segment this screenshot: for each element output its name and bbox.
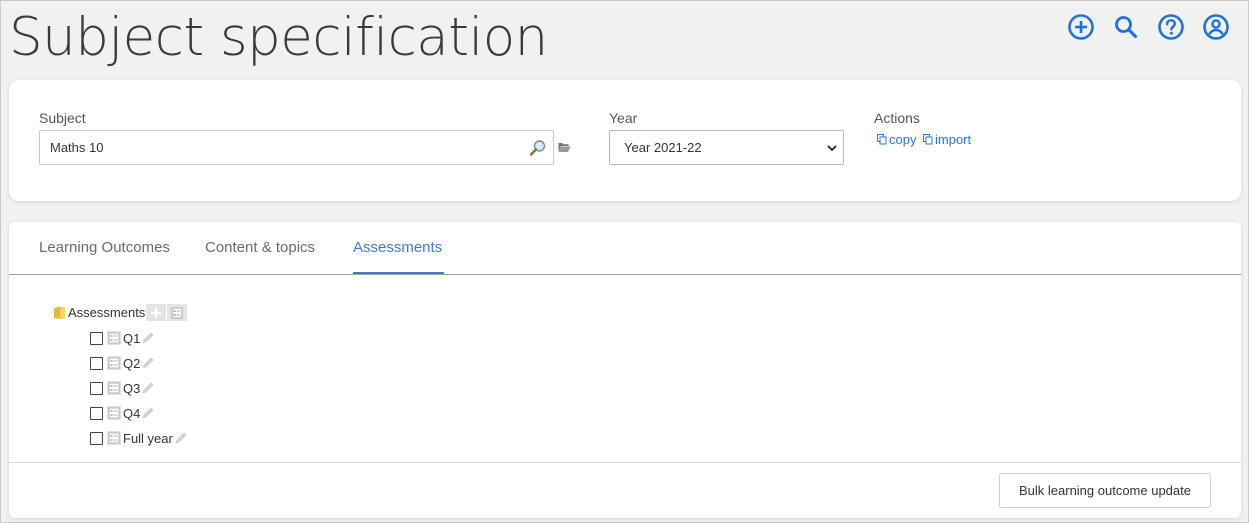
plus-icon <box>151 307 162 318</box>
tab-learning-outcomes[interactable]: Learning Outcomes <box>39 239 170 256</box>
tree-item-full-year: Full year <box>90 429 188 447</box>
chevron-down-icon <box>827 145 837 152</box>
actions-label: Actions <box>874 110 920 126</box>
tree-item-label[interactable]: Q2 <box>123 356 140 371</box>
list-icon <box>107 431 121 445</box>
tree-root-label: Assessments <box>68 305 146 320</box>
search-icon[interactable] <box>1110 13 1142 41</box>
page-title: Subject specification <box>9 7 548 68</box>
checkbox[interactable] <box>90 331 103 345</box>
list-icon <box>107 331 121 345</box>
list-icon <box>107 406 121 420</box>
tree-item-q1: Q1 <box>90 329 155 347</box>
pencil-icon[interactable] <box>141 356 155 370</box>
specification-panel: Learning Outcomes Content & topics Asses… <box>9 222 1241 518</box>
folder-icon <box>54 306 65 319</box>
add-assessment-button[interactable] <box>146 304 167 321</box>
pencil-icon[interactable] <box>141 381 155 395</box>
tree-item-label[interactable]: Q3 <box>123 381 140 396</box>
bulk-learning-outcome-update-button[interactable]: Bulk learning outcome update <box>999 473 1211 508</box>
list-view-button[interactable] <box>167 304 188 321</box>
tree-item-q4: Q4 <box>90 404 155 422</box>
year-value: Year 2021-22 <box>624 140 702 155</box>
filter-panel: Subject Maths 10 Year Year 2021-22 Actio… <box>9 80 1241 201</box>
year-select[interactable]: Year 2021-22 <box>609 130 844 165</box>
list-icon <box>107 356 121 370</box>
import-link[interactable]: import <box>923 132 971 147</box>
help-circle-icon[interactable] <box>1155 13 1187 41</box>
checkbox[interactable] <box>90 431 103 445</box>
subject-label: Subject <box>39 110 86 126</box>
tree-item-label[interactable]: Q1 <box>123 331 140 346</box>
copy-label: copy <box>889 132 917 147</box>
subject-value: Maths 10 <box>50 140 104 155</box>
account-circle-icon[interactable] <box>1200 13 1232 41</box>
subject-input[interactable]: Maths 10 <box>39 130 554 165</box>
import-icon <box>923 134 933 145</box>
pencil-icon[interactable] <box>174 431 188 445</box>
pencil-icon[interactable] <box>141 331 155 345</box>
tab-bar: Learning Outcomes Content & topics Asses… <box>9 222 1241 275</box>
active-tab-indicator <box>353 272 444 274</box>
magnifier-icon[interactable] <box>529 139 547 157</box>
folder-open-icon[interactable] <box>558 142 571 153</box>
year-label: Year <box>609 110 638 126</box>
list-icon <box>107 381 121 395</box>
checkbox[interactable] <box>90 406 103 420</box>
copy-link[interactable]: copy <box>877 132 916 147</box>
top-toolbar <box>1065 13 1232 41</box>
checkbox[interactable] <box>90 356 103 370</box>
copy-icon <box>877 134 887 145</box>
tree-item-label[interactable]: Full year <box>123 431 173 446</box>
checkbox[interactable] <box>90 381 103 395</box>
tree-item-q2: Q2 <box>90 354 155 372</box>
tree-item-q3: Q3 <box>90 379 155 397</box>
list-icon <box>171 307 183 318</box>
tree-item-label[interactable]: Q4 <box>123 406 140 421</box>
pencil-icon[interactable] <box>141 406 155 420</box>
tree-root: Assessments <box>53 304 188 321</box>
add-circle-icon[interactable] <box>1065 13 1097 41</box>
tab-content-topics[interactable]: Content & topics <box>205 239 315 256</box>
footer-divider <box>9 462 1241 463</box>
tab-assessments[interactable]: Assessments <box>353 239 442 256</box>
import-label: import <box>935 132 972 147</box>
